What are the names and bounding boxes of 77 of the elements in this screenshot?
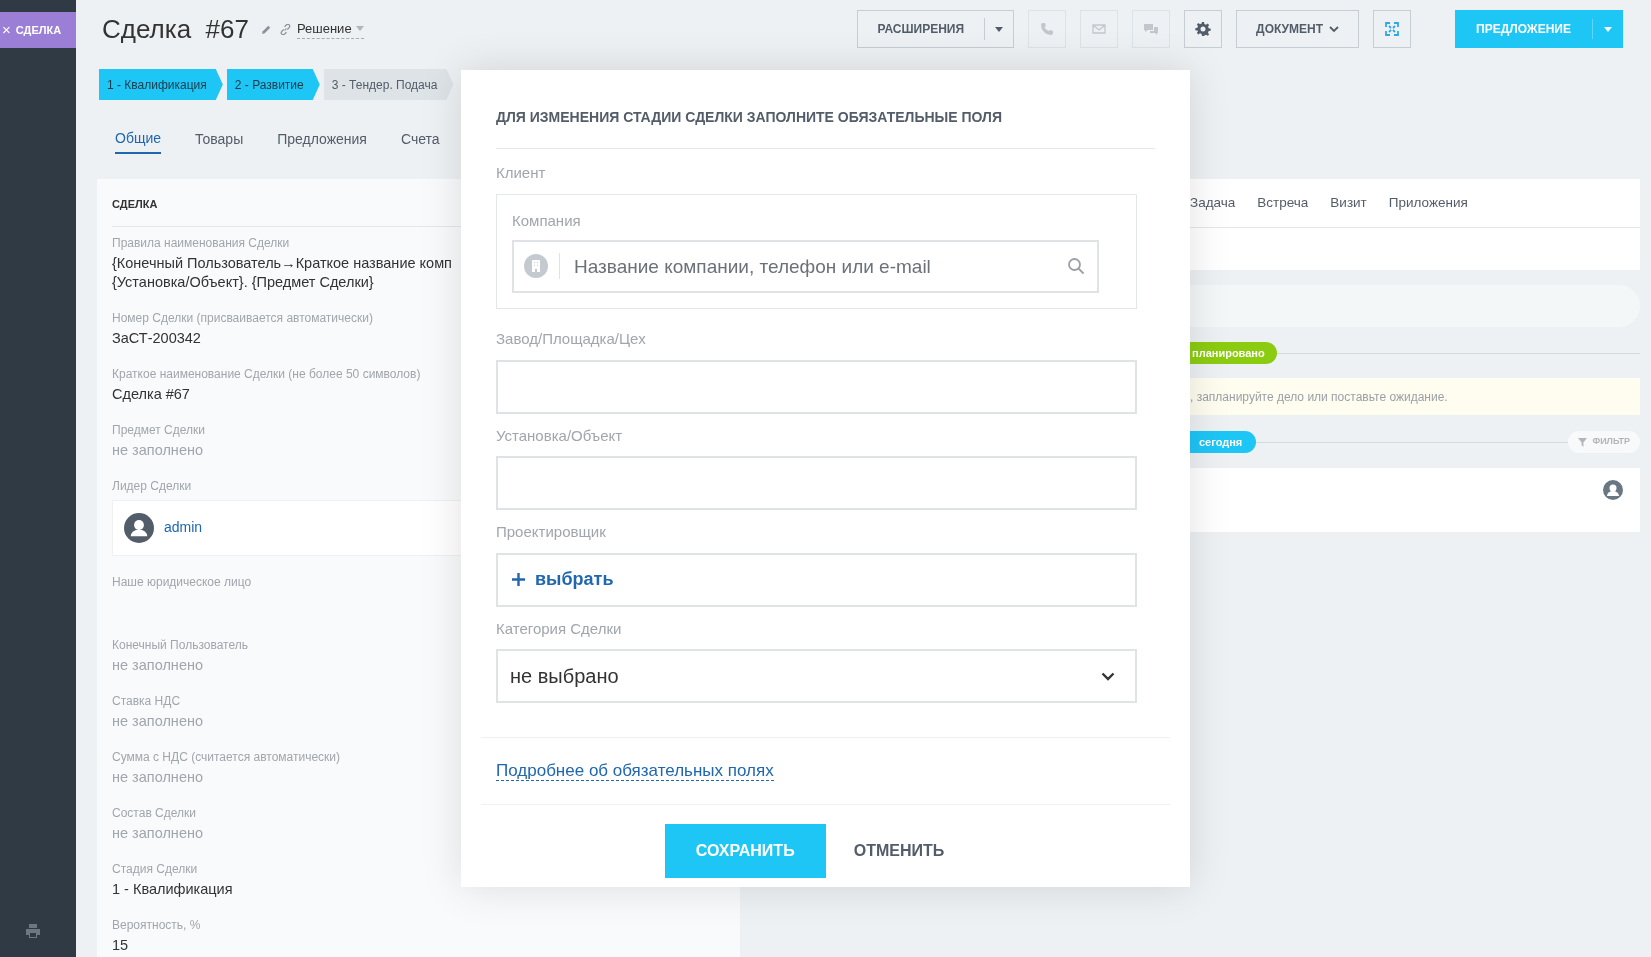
field-label: Номер Сделки (присваивается автоматически) <box>112 309 373 326</box>
chevron-icon <box>1329 25 1340 33</box>
field-label: Проектировщик <box>496 522 606 542</box>
status-badge: планировано <box>1190 342 1277 364</box>
field-label: Вероятность, % <box>112 916 201 933</box>
field-label: Категория Сделки <box>496 618 622 639</box>
phone-icon <box>1039 21 1056 37</box>
caret-icon <box>995 26 1004 32</box>
cancel-button[interactable]: ОТМЕНИТЬ <box>851 823 947 878</box>
field-value: не заполнено <box>112 655 203 675</box>
date-badge: сегодня <box>1190 431 1257 453</box>
field-label: Лидер Сделки <box>112 477 192 494</box>
tab[interactable]: Счета <box>400 124 440 154</box>
deal-tab-button[interactable]: × СДЕЛКА <box>0 12 76 48</box>
chat-icon <box>1143 21 1160 37</box>
tab[interactable]: Товары <box>195 124 244 154</box>
field-label: Состав Сделки <box>112 804 196 821</box>
search-icon[interactable] <box>1067 257 1085 275</box>
field-label: Правила наименования Сделки <box>112 234 290 251</box>
field-value: не заполнено <box>112 440 203 460</box>
activity-tab[interactable]: Задача <box>1190 192 1236 214</box>
company-search-field[interactable]: Название компании, телефон или e-mail <box>512 240 1099 293</box>
stage-step[interactable]: 1 - Квалификация <box>99 69 223 100</box>
required-fields-link[interactable]: Подробнее об обязательных полях <box>496 761 774 781</box>
filter-icon <box>1578 437 1588 447</box>
category-select[interactable]: не выбрано <box>496 649 1137 703</box>
category-dropdown[interactable]: Решение <box>296 18 364 40</box>
mail-icon <box>1091 21 1108 37</box>
field-value: ЗаСТ-200342 <box>112 328 201 348</box>
field-label: Ставка НДС <box>112 692 181 709</box>
modal-title: ДЛЯ ИЗМЕНЕНИЯ СТАДИИ СДЕЛКИ ЗАПОЛНИТЕ ОБЯЗАТЕЛЬНЫЕ ПОЛЯ <box>496 70 1155 149</box>
caret-icon <box>1604 26 1612 32</box>
field-value: не заполнено <box>112 711 203 731</box>
chevron-icon <box>1101 671 1115 681</box>
tab[interactable]: Предложения <box>277 124 367 154</box>
field-value: 1 - Квалификация <box>112 879 233 899</box>
extensions-button[interactable]: РАСШИРЕНИЯ <box>856 10 1015 48</box>
expand-icon <box>1384 21 1401 37</box>
text-input-field[interactable] <box>496 456 1137 510</box>
field-label: Стадия Сделки <box>112 860 198 877</box>
select-person-button[interactable]: выбрать <box>496 552 1137 607</box>
settings-icon <box>1195 21 1212 37</box>
expand-button[interactable] <box>1373 10 1412 48</box>
link-icon[interactable] <box>279 23 291 35</box>
comment-field[interactable] <box>1190 285 1640 327</box>
settings-button[interactable] <box>1184 10 1223 48</box>
text-input-field[interactable] <box>496 359 1137 414</box>
field-label: Наше юридическое лицо <box>112 573 252 590</box>
field-value: Сделка #67 <box>112 384 190 404</box>
print-icon[interactable] <box>25 923 41 939</box>
pencil-icon[interactable] <box>260 23 272 35</box>
user-link[interactable]: admin <box>164 517 203 538</box>
field-value: не заполнено <box>112 823 203 843</box>
user-avatar-icon <box>124 512 154 543</box>
tab[interactable]: Общие <box>115 124 162 154</box>
field-label: Предмет Сделки <box>112 421 205 438</box>
field-label: Сумма с НДС (считается автоматически) <box>112 748 341 765</box>
building-icon <box>524 254 548 278</box>
field-label: Завод/Площадка/Цех <box>496 329 646 349</box>
field-value: {Конечный Пользователь→Краткое название комп <box>112 253 452 273</box>
activity-tab[interactable]: Приложения <box>1388 192 1468 214</box>
caret-icon <box>355 26 364 31</box>
field-label: Краткое наименование Сделки (не более 50 символов) <box>112 365 421 382</box>
hint-text: , запланируйте дело или поставьте ожидание. <box>1190 388 1448 406</box>
activity-tab[interactable]: Встреча <box>1257 192 1309 214</box>
field-value: {Установка/Объект}. {Предмет Сделки} <box>112 272 374 292</box>
activity-tab[interactable]: Визит <box>1330 192 1367 214</box>
document-button[interactable]: ДОКУМЕНТ <box>1236 10 1360 48</box>
stage-step[interactable]: 2 - Развитие <box>226 69 320 100</box>
field-label: Установка/Объект <box>496 425 623 446</box>
stage-step[interactable]: 3 - Тендер. Подача <box>323 69 454 100</box>
page-title: Сделка #67 <box>102 12 249 46</box>
plus-icon <box>512 573 525 586</box>
field-value: не заполнено <box>112 767 203 787</box>
user-avatar-icon <box>1603 480 1623 500</box>
field-label: Конечный Пользователь <box>112 636 248 653</box>
field-value: 15 <box>112 935 129 955</box>
